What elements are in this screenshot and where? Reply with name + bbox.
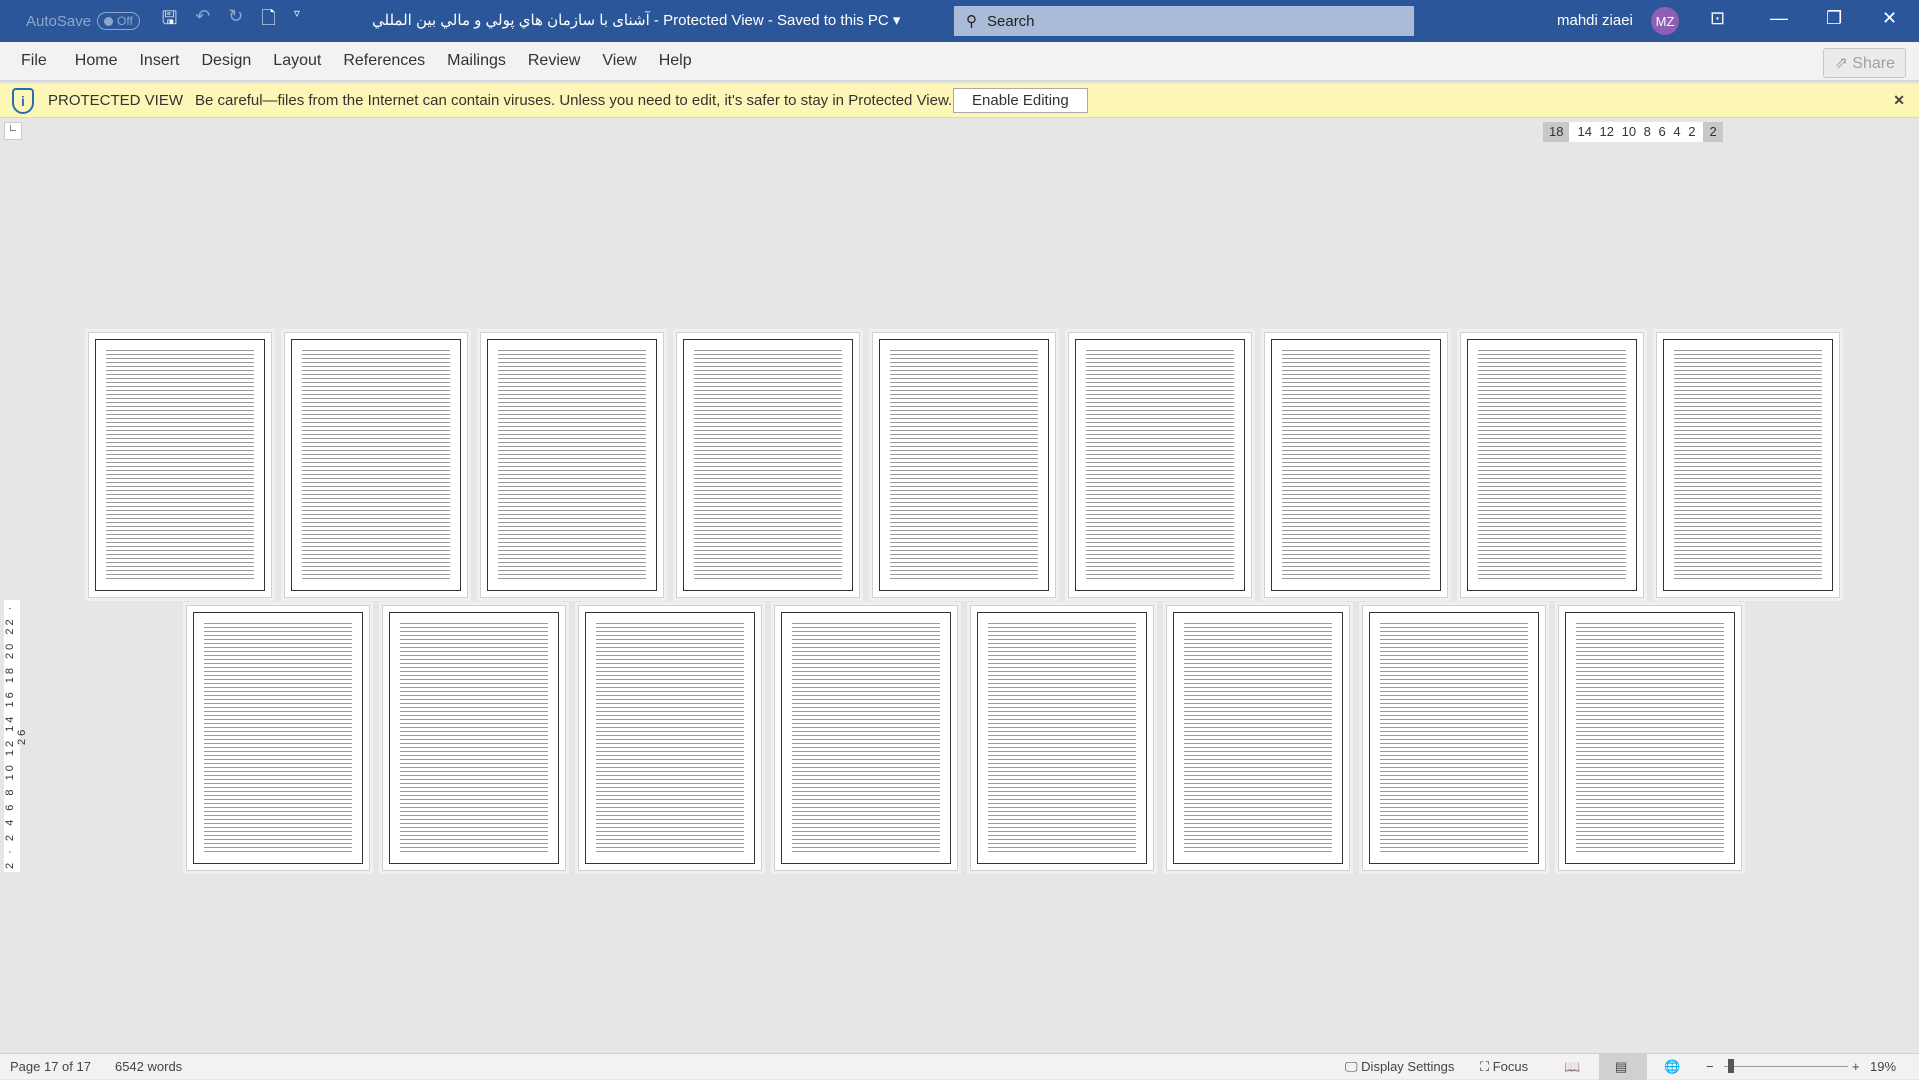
page-text: [1565, 612, 1735, 864]
page-thumbnail[interactable]: [970, 605, 1154, 871]
display-settings-button[interactable]: 🖵 Display Settings: [1345, 1059, 1454, 1075]
autosave[interactable]: AutoSave Off: [26, 12, 140, 30]
zoom-in-button[interactable]: +: [1852, 1059, 1860, 1074]
undo-icon[interactable]: ↶: [195, 6, 210, 36]
tab-layout[interactable]: Layout: [273, 52, 321, 70]
tab-home[interactable]: Home: [75, 52, 118, 70]
ribbon-display-icon[interactable]: ⊡: [1710, 8, 1725, 29]
page-text: [389, 612, 559, 864]
word-count[interactable]: 6542 words: [115, 1059, 182, 1074]
tab-help[interactable]: Help: [659, 52, 692, 70]
info-shield-icon: i: [12, 87, 34, 114]
new-document-icon[interactable]: 🗋: [261, 6, 275, 36]
minimize-icon[interactable]: —: [1770, 8, 1788, 29]
web-layout-icon[interactable]: 🌐: [1664, 1059, 1680, 1075]
page-text: [683, 339, 853, 591]
page-text: [1663, 339, 1833, 591]
user-name[interactable]: mahdi ziaei: [1557, 12, 1633, 29]
read-mode-icon[interactable]: 📖: [1564, 1059, 1580, 1075]
display-settings-icon: 🖵: [1345, 1059, 1358, 1074]
title-bar: AutoSave Off 🖫 ↶ ↻ 🗋 ▿ آشنای با سازمان ها…: [0, 0, 1919, 42]
close-icon[interactable]: ✕: [1882, 8, 1897, 29]
page-row: [186, 605, 1742, 871]
page-thumbnail[interactable]: [88, 332, 272, 598]
page-thumbnail[interactable]: [284, 332, 468, 598]
page-text: [1075, 339, 1245, 591]
page-text: [291, 339, 461, 591]
focus-button[interactable]: ⛶ Focus: [1480, 1059, 1528, 1075]
tab-review[interactable]: Review: [528, 52, 580, 70]
tab-file[interactable]: File: [21, 52, 47, 70]
page-text: [487, 339, 657, 591]
page-thumbnail[interactable]: [1460, 332, 1644, 598]
page-text: [1271, 339, 1441, 591]
page-thumbnail[interactable]: [1166, 605, 1350, 871]
page-thumbnail[interactable]: [186, 605, 370, 871]
page-thumbnail[interactable]: [1656, 332, 1840, 598]
vertical-ruler[interactable]: 2 · 2 4 6 8 10 12 14 16 18 20 22 · 26: [4, 600, 28, 872]
close-icon[interactable]: ✕: [1893, 92, 1905, 109]
share-button[interactable]: ⇗ Share: [1823, 48, 1906, 78]
focus-icon: ⛶: [1480, 1059, 1490, 1074]
zoom-slider[interactable]: [1724, 1066, 1848, 1067]
avatar[interactable]: MZ: [1651, 7, 1679, 35]
page-thumbnail[interactable]: [774, 605, 958, 871]
zoom-slider-thumb[interactable]: [1728, 1059, 1734, 1073]
customize-qat-icon[interactable]: ▿: [294, 6, 300, 36]
page-thumbnail[interactable]: [578, 605, 762, 871]
ribbon-tabs: File Home Insert Design Layout Reference…: [0, 42, 1919, 82]
page-text: [879, 339, 1049, 591]
page-text: [977, 612, 1147, 864]
share-icon: ⇗: [1834, 55, 1848, 72]
page-text: [1369, 612, 1539, 864]
page-thumbnail[interactable]: [1068, 332, 1252, 598]
tab-selector[interactable]: ∟: [4, 122, 22, 140]
protected-view-bar: i PROTECTED VIEW Be careful—files from t…: [0, 84, 1919, 118]
page-thumbnail[interactable]: [872, 332, 1056, 598]
search-icon: ⚲: [966, 13, 977, 30]
zoom-level[interactable]: 19%: [1870, 1059, 1896, 1074]
page-text: [193, 612, 363, 864]
page-text: [585, 612, 755, 864]
enable-editing-button[interactable]: Enable Editing: [953, 88, 1088, 113]
page-thumbnail[interactable]: [480, 332, 664, 598]
print-layout-icon[interactable]: ▤: [1615, 1059, 1627, 1075]
horizontal-ruler[interactable]: 18 14 12 10 8 6 4 2 2: [1543, 122, 1723, 142]
status-bar: Page 17 of 17 6542 words 🖵 Display Setti…: [0, 1053, 1919, 1080]
page-thumbnail[interactable]: [676, 332, 860, 598]
tab-design[interactable]: Design: [201, 52, 251, 70]
page-text: [95, 339, 265, 591]
redo-icon[interactable]: ↻: [228, 6, 243, 36]
page-text: [1467, 339, 1637, 591]
document-title[interactable]: آشنای با سازمان هاي پولي و مالي بين المل…: [372, 11, 900, 29]
save-icon[interactable]: 🖫: [162, 6, 177, 36]
tab-view[interactable]: View: [602, 52, 636, 70]
autosave-toggle[interactable]: Off: [97, 12, 140, 30]
page-thumbnail[interactable]: [1558, 605, 1742, 871]
page-count[interactable]: Page 17 of 17: [10, 1059, 91, 1074]
protected-view-message: Be careful—files from the Internet can c…: [195, 92, 953, 109]
page-text: [1173, 612, 1343, 864]
page-thumbnail[interactable]: [1362, 605, 1546, 871]
tab-mailings[interactable]: Mailings: [447, 52, 506, 70]
page-thumbnail[interactable]: [382, 605, 566, 871]
tab-insert[interactable]: Insert: [139, 52, 179, 70]
page-text: [781, 612, 951, 864]
search-input[interactable]: ⚲ Search: [954, 6, 1414, 36]
restore-icon[interactable]: ❐: [1826, 8, 1842, 29]
protected-view-label: PROTECTED VIEW: [48, 92, 184, 109]
page-thumbnail[interactable]: [1264, 332, 1448, 598]
zoom-out-button[interactable]: −: [1706, 1059, 1714, 1074]
tab-references[interactable]: References: [343, 52, 425, 70]
page-row: [88, 332, 1840, 598]
